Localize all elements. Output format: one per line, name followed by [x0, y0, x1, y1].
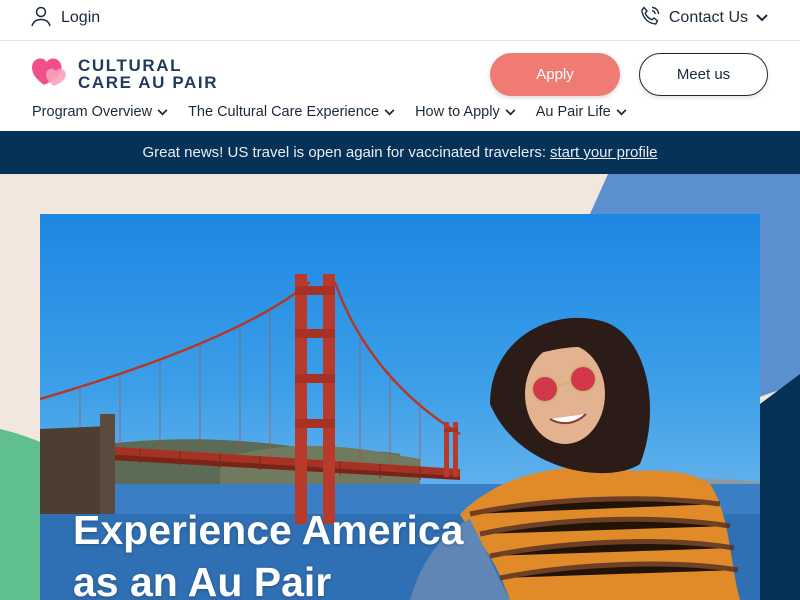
- hero-headline: Experience America as an Au Pair: [73, 504, 463, 600]
- announcement-text: Great news! US travel is open again for …: [142, 144, 546, 161]
- logo-line-1: CULTURAL: [78, 55, 183, 75]
- hero-photo: Experience America as an Au Pair: [40, 214, 760, 600]
- meet-us-button[interactable]: Meet us: [639, 53, 768, 96]
- logo-wordmark: CULTURAL CARE AU PAIR: [78, 57, 218, 91]
- phone-icon: [639, 5, 661, 32]
- chevron-down-icon: [616, 104, 627, 120]
- nav-item-label: Au Pair Life: [535, 104, 611, 120]
- nav-cultural-care-experience[interactable]: The Cultural Care Experience: [188, 104, 395, 120]
- contact-us-label: Contact Us: [668, 9, 748, 26]
- apply-button[interactable]: Apply: [490, 53, 620, 96]
- contact-us-dropdown[interactable]: Contact Us: [639, 5, 768, 32]
- login-label: Login: [61, 9, 101, 26]
- site-header: CULTURAL CARE AU PAIR Apply Meet us Prog…: [0, 41, 800, 131]
- nav-au-pair-life[interactable]: Au Pair Life: [536, 104, 627, 120]
- nav-how-to-apply[interactable]: How to Apply: [415, 104, 516, 120]
- login-link[interactable]: Login: [30, 6, 100, 30]
- site-logo[interactable]: CULTURAL CARE AU PAIR: [32, 55, 218, 92]
- nav-item-label: Program Overview: [32, 104, 153, 120]
- chevron-down-icon: [756, 9, 768, 27]
- hero-headline-line-2: as an Au Pair: [73, 559, 332, 600]
- main-nav: Program Overview The Cultural Care Exper…: [32, 104, 627, 120]
- nav-item-label: How to Apply: [415, 104, 500, 120]
- chevron-down-icon: [505, 104, 516, 120]
- user-icon: [30, 5, 52, 32]
- start-profile-link[interactable]: start your profile: [550, 144, 658, 161]
- utility-bar: Login Contact Us: [0, 0, 800, 41]
- hero-headline-line-1: Experience America: [73, 507, 464, 553]
- heart-logo-icon: [32, 55, 70, 92]
- chevron-down-icon: [384, 104, 395, 120]
- logo-line-2: CARE AU PAIR: [78, 72, 219, 92]
- chevron-down-icon: [157, 104, 168, 120]
- hero-section: Experience America as an Au Pair: [0, 174, 800, 600]
- nav-program-overview[interactable]: Program Overview: [32, 104, 168, 120]
- nav-item-label: The Cultural Care Experience: [188, 104, 380, 120]
- announcement-banner: Great news! US travel is open again for …: [0, 131, 800, 174]
